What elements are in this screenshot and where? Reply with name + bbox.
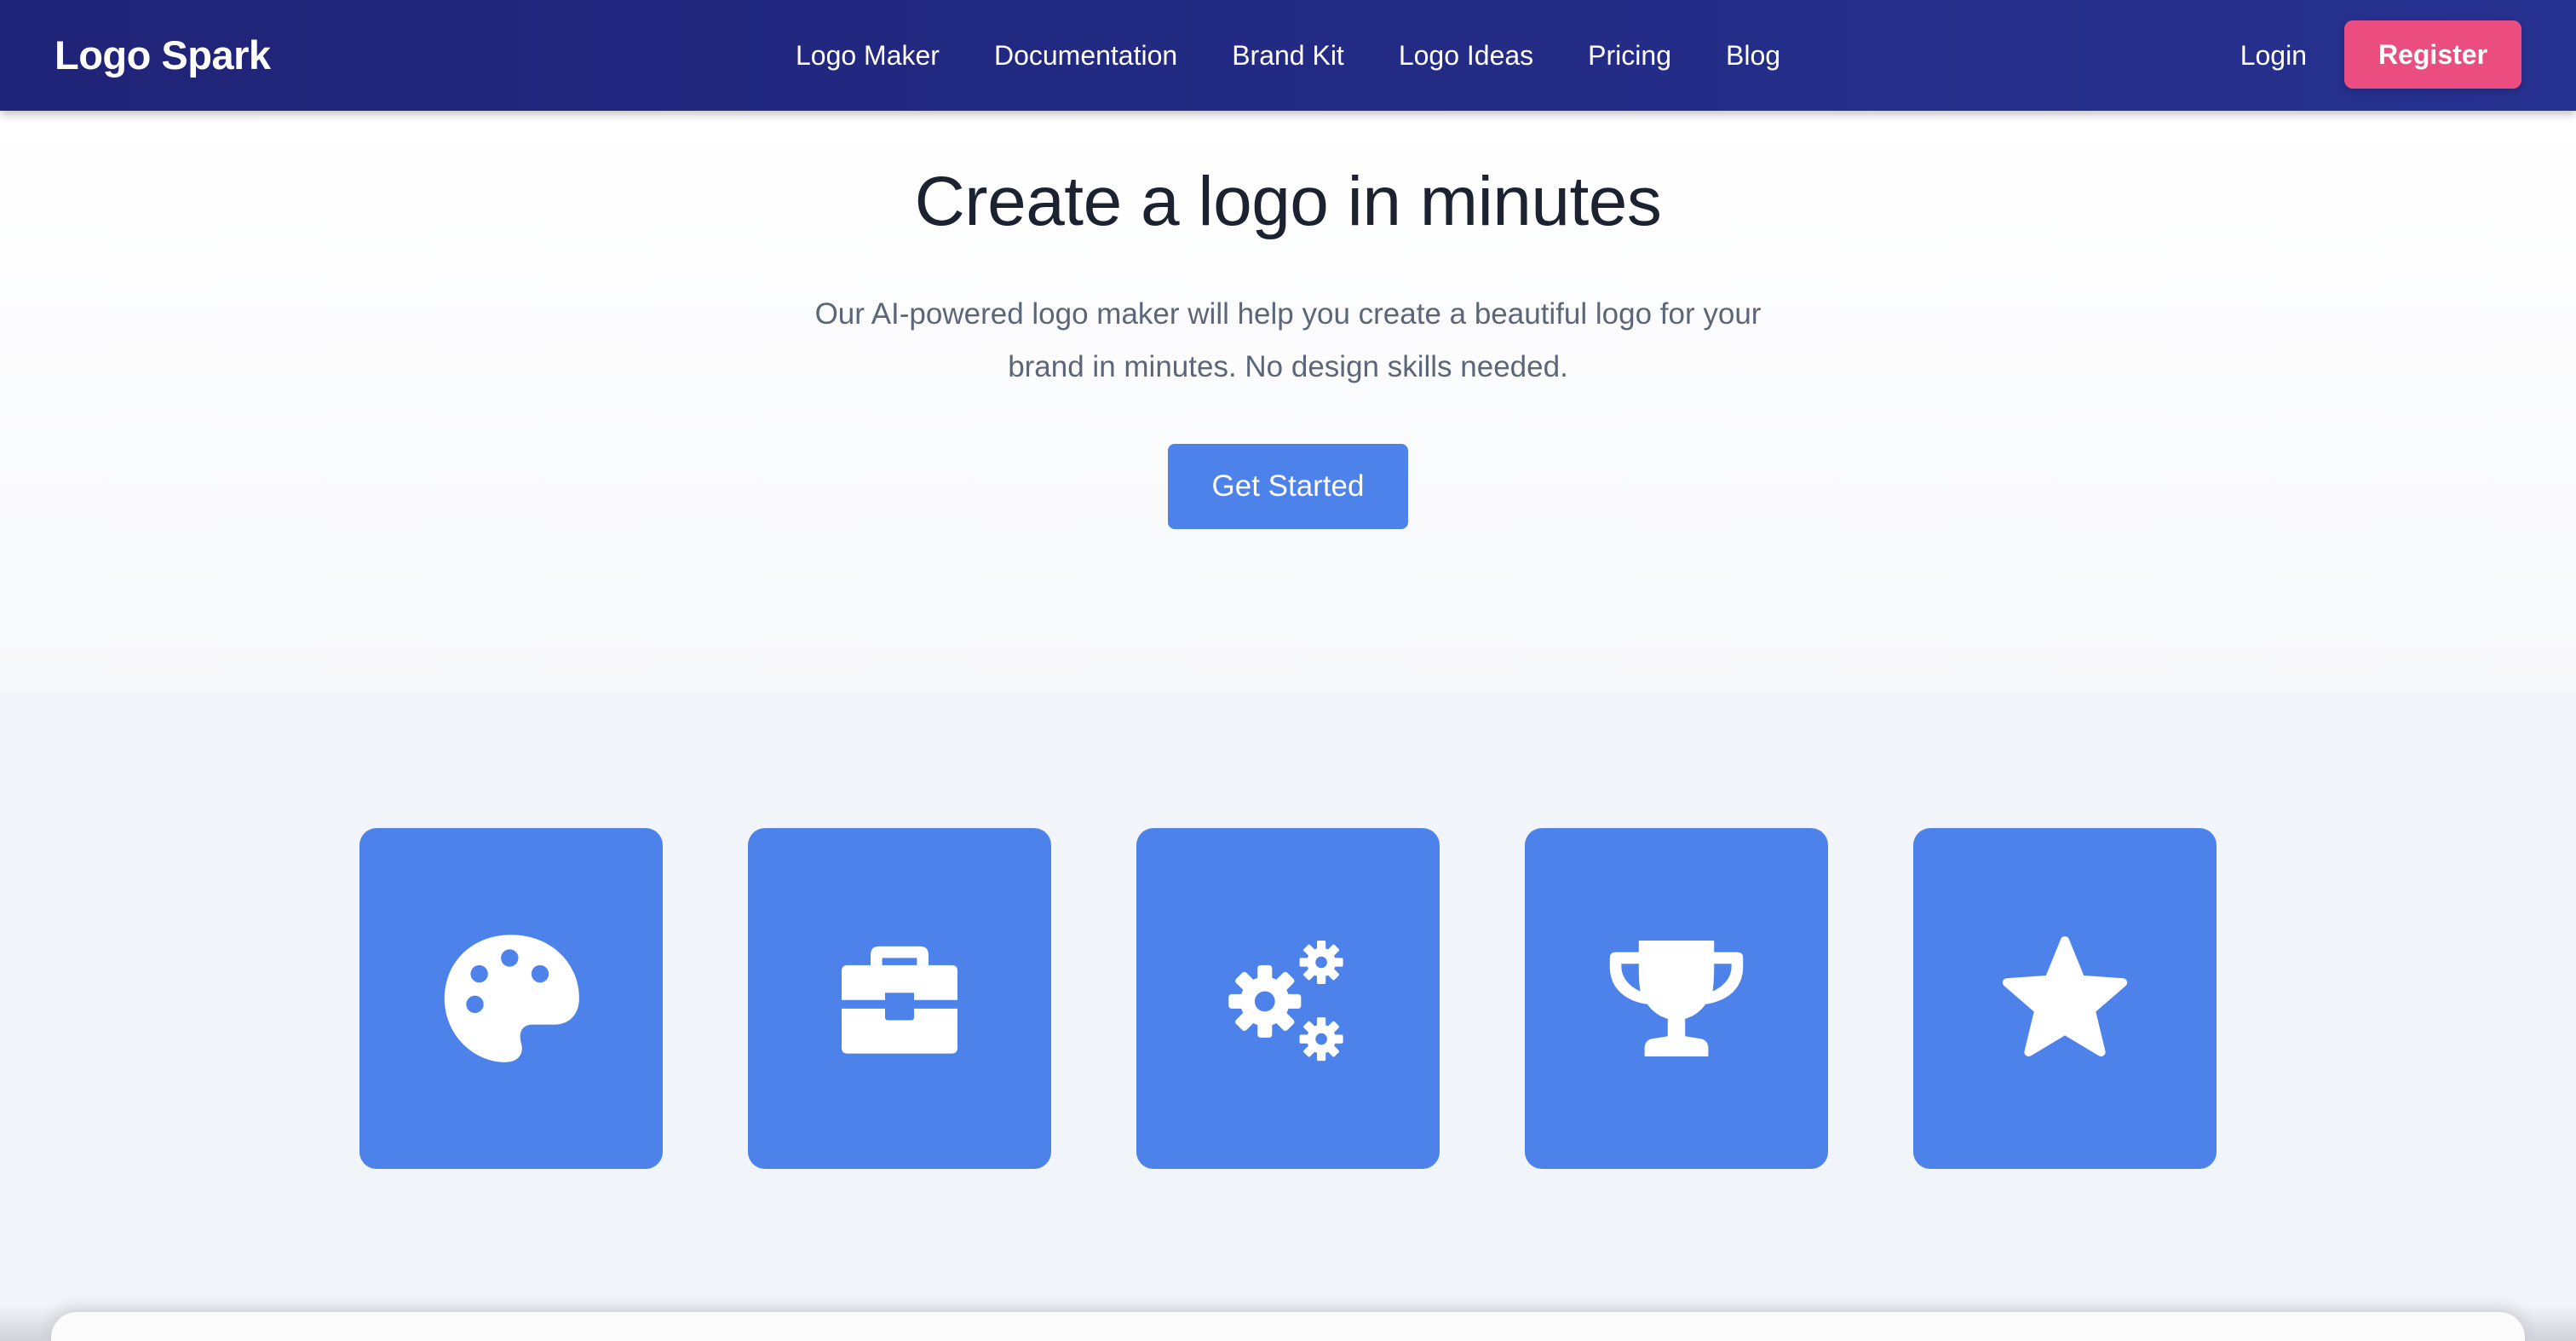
- feature-card-trophy[interactable]: [1525, 828, 1828, 1169]
- toolbox-icon: [842, 946, 957, 1054]
- hero-section: Create a logo in minutes Our AI-powered …: [0, 111, 2576, 694]
- hero-subtitle-line-2: brand in minutes. No design skills neede…: [1008, 350, 1568, 383]
- register-button[interactable]: Register: [2344, 20, 2521, 89]
- feature-card-gears[interactable]: [1136, 828, 1440, 1169]
- nav-link-logo-ideas[interactable]: Logo Ideas: [1399, 40, 1533, 72]
- nav-link-pricing[interactable]: Pricing: [1588, 40, 1671, 72]
- nav-links: Logo Maker Documentation Brand Kit Logo …: [0, 0, 2576, 111]
- nav-link-brand-kit[interactable]: Brand Kit: [1232, 40, 1344, 72]
- feature-card-star[interactable]: [1913, 828, 2217, 1169]
- get-started-button[interactable]: Get Started: [1168, 444, 1408, 529]
- next-section-edge: [51, 1312, 2525, 1341]
- feature-card-palette[interactable]: [359, 828, 663, 1169]
- hero-title: Create a logo in minutes: [914, 163, 1662, 240]
- trophy-icon: [1609, 941, 1744, 1056]
- features-section: [0, 694, 2576, 1341]
- gears-icon: [1228, 941, 1343, 1062]
- palette-icon: [444, 935, 579, 1062]
- nav-link-documentation[interactable]: Documentation: [994, 40, 1177, 72]
- star-icon: [2002, 935, 2128, 1056]
- feature-card-toolbox[interactable]: [748, 828, 1051, 1169]
- login-link[interactable]: Login: [2240, 0, 2307, 111]
- hero-subtitle: Our AI-powered logo maker will help you …: [777, 288, 1799, 394]
- nav-link-blog[interactable]: Blog: [1726, 40, 1780, 72]
- brand-logo[interactable]: Logo Spark: [55, 0, 271, 111]
- nav-link-logo-maker[interactable]: Logo Maker: [796, 40, 940, 72]
- hero-subtitle-line-1: Our AI-powered logo maker will help you …: [814, 297, 1762, 331]
- top-navbar: Logo Spark Logo Maker Documentation Bran…: [0, 0, 2576, 111]
